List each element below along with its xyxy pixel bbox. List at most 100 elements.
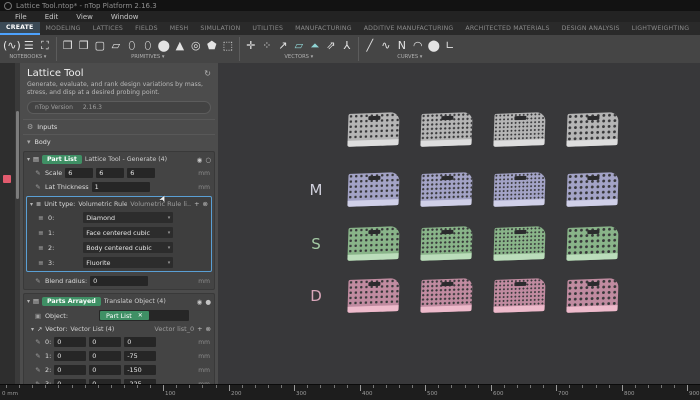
vector-x-field[interactable]: 0	[54, 351, 86, 361]
add-item-icon[interactable]: +	[194, 200, 199, 208]
chip-remove-icon[interactable]: ✕	[138, 312, 143, 319]
unit-cell-dropdown[interactable]: Body centered cubic▾	[83, 242, 173, 253]
toolbar-group-label-primitives[interactable]: PRIMITIVES ▾	[60, 54, 236, 60]
vector-x-field[interactable]: 0	[54, 337, 86, 347]
lat-thickness-field[interactable]: 1	[92, 182, 150, 192]
vector-list-header[interactable]: ▾ ↗ Vector: Vector List (4) Vector list_…	[25, 323, 213, 335]
vector-z-field[interactable]: 0	[124, 337, 156, 347]
unit-cell-dropdown[interactable]: Diamond▾	[83, 212, 173, 223]
arc-icon[interactable]: ◠	[410, 38, 426, 53]
axis-triad-icon[interactable]: ⅄	[339, 38, 355, 53]
lattice-block[interactable]	[420, 278, 472, 313]
object-part-list-chip[interactable]: Part List ✕	[100, 311, 149, 320]
menu-view[interactable]: View	[67, 13, 102, 21]
chevron-down-icon[interactable]: ▾	[30, 201, 33, 208]
blend-radius-field[interactable]: 0	[90, 276, 148, 286]
vector-z-field[interactable]: -75	[124, 351, 156, 361]
notebook-list-icon[interactable]: ☰	[21, 38, 37, 53]
inputs-row[interactable]: ⚙ Inputs	[23, 119, 215, 134]
toolbar-group-label-vectors[interactable]: VECTORS ▾	[243, 54, 355, 60]
scale-x-field[interactable]: 6	[65, 168, 93, 178]
ntop-logo-icon[interactable]: (∿)	[3, 38, 21, 53]
lattice-block[interactable]	[493, 112, 545, 147]
unit-cell-dropdown[interactable]: Fluorite▾	[83, 257, 173, 268]
tab-modeling[interactable]: MODELING	[40, 22, 87, 35]
chevron-down-icon[interactable]: ▾	[27, 298, 30, 305]
cylinder-icon[interactable]: ⬯	[124, 38, 140, 53]
tab-mesh[interactable]: MESH	[164, 22, 195, 35]
lattice-block[interactable]	[566, 172, 618, 207]
toggle-icon[interactable]: ●	[205, 298, 211, 306]
menu-file[interactable]: File	[6, 13, 36, 21]
tab-design-analysis[interactable]: DESIGN ANALYSIS	[556, 22, 626, 35]
chevron-down-icon[interactable]: ▾	[27, 138, 31, 146]
menu-window[interactable]: Window	[102, 13, 148, 21]
lattice-block[interactable]	[566, 112, 618, 147]
history-icon[interactable]: ↻	[204, 69, 211, 78]
sphere-icon[interactable]: ⬤	[156, 38, 172, 53]
box-rotated-icon[interactable]: ❒	[76, 38, 92, 53]
unit-cell-dropdown[interactable]: Face centered cubic▾	[83, 227, 173, 238]
visibility-icon[interactable]: ◉	[197, 156, 203, 164]
add-item-icon[interactable]: +	[197, 325, 202, 333]
tab-manufacturing[interactable]: MANUFACTURING	[289, 22, 358, 35]
body-row[interactable]: ▾ Body	[23, 134, 215, 149]
box-icon[interactable]: ❒	[60, 38, 76, 53]
wireframe-box-icon[interactable]: ⬚	[220, 38, 236, 53]
nurbs-curve-icon[interactable]: Ν	[394, 38, 410, 53]
torus-icon[interactable]: ◎	[188, 38, 204, 53]
plane-icon[interactable]: ▱	[291, 38, 307, 53]
unit-type-header[interactable]: ▾ ≣ Unit type: Volumetric Rule List (4) …	[28, 198, 210, 210]
lattice-block[interactable]	[347, 172, 399, 207]
spline-icon[interactable]: ∿	[378, 38, 394, 53]
visibility-icon[interactable]: ◉	[197, 298, 203, 306]
remove-icon[interactable]: ⊗	[206, 325, 211, 333]
lattice-block[interactable]	[493, 172, 545, 207]
remove-icon[interactable]: ⊗	[203, 200, 208, 208]
menu-edit[interactable]: Edit	[36, 13, 68, 21]
scale-y-field[interactable]: 6	[96, 168, 124, 178]
tab-simulation[interactable]: SIMULATION	[194, 22, 246, 35]
vector-arrow-icon[interactable]: ↗	[275, 38, 291, 53]
line-icon[interactable]: ╱	[362, 38, 378, 53]
tab-fields[interactable]: FIELDS	[129, 22, 164, 35]
part-list-header[interactable]: ▾ ▤ Part List Lattice Tool - Generate (4…	[25, 153, 213, 166]
cone-icon[interactable]: ▲	[172, 38, 188, 53]
tab-topology-optimization[interactable]: TOPOLOGY OPTIMIZATION	[695, 22, 700, 35]
vector-y-field[interactable]: 0	[89, 337, 121, 347]
lattice-block[interactable]	[420, 172, 472, 207]
3d-viewport[interactable]: MSD	[218, 63, 700, 385]
notebook-marker[interactable]	[3, 175, 11, 183]
vector-y-field[interactable]: 0	[89, 365, 121, 375]
toggle-icon[interactable]: ○	[205, 156, 211, 164]
tab-lattices[interactable]: LATTICES	[87, 22, 129, 35]
vector-z-field[interactable]: -150	[124, 365, 156, 375]
cylinder-tall-icon[interactable]: ⬯	[140, 38, 156, 53]
lattice-block[interactable]	[347, 278, 399, 313]
part-list-badge[interactable]: Part List	[42, 155, 82, 164]
lattice-block[interactable]	[420, 112, 472, 147]
chevron-down-icon[interactable]: ▾	[27, 156, 30, 163]
sphere-solid-icon[interactable]: ⬤	[426, 38, 442, 53]
scale-z-field[interactable]: 6	[127, 168, 155, 178]
panel-scrollbar[interactable]	[15, 63, 20, 385]
plane-normal-icon[interactable]: ⏶	[307, 38, 323, 53]
lattice-block[interactable]	[420, 226, 472, 261]
tab-create[interactable]: CREATE	[0, 22, 40, 35]
box-skewed-icon[interactable]: ▱	[108, 38, 124, 53]
shapes-group-icon[interactable]: ⛶	[37, 38, 53, 53]
lattice-block[interactable]	[347, 226, 399, 261]
polyline-icon[interactable]: ∟	[442, 38, 458, 53]
lattice-block[interactable]	[566, 226, 618, 261]
point-cloud-icon[interactable]: ⁘	[259, 38, 275, 53]
toolbar-group-label-curves[interactable]: CURVES ▾	[362, 54, 458, 60]
box-rounded-icon[interactable]: ▢	[92, 38, 108, 53]
lattice-block[interactable]	[347, 112, 399, 147]
chevron-down-icon[interactable]: ▾	[31, 326, 34, 333]
lattice-block[interactable]	[566, 278, 618, 313]
two-point-vector-icon[interactable]: ⇗	[323, 38, 339, 53]
lattice-block[interactable]	[493, 226, 545, 261]
tab-architected-materials[interactable]: ARCHITECTED MATERIALS	[459, 22, 555, 35]
tab-lightweighting[interactable]: LIGHTWEIGHTING	[626, 22, 696, 35]
scrollbar-thumb[interactable]	[16, 111, 19, 199]
